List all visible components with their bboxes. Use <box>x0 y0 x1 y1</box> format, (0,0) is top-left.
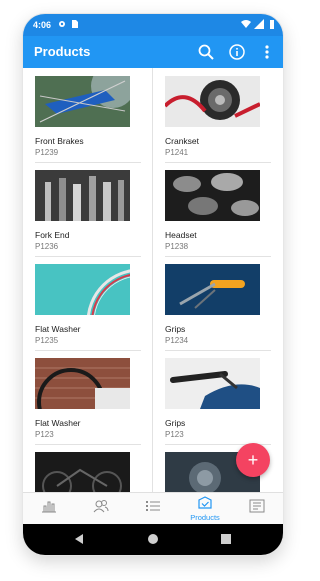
product-name: Fork End <box>35 230 70 240</box>
product-name: Front Brakes <box>35 136 84 146</box>
battery-icon <box>270 20 274 29</box>
home-icon[interactable] <box>147 533 159 545</box>
product-card[interactable]: Grips P1234 <box>153 256 282 350</box>
gear-icon <box>59 21 65 27</box>
product-card[interactable] <box>23 444 152 492</box>
product-image <box>35 452 130 492</box>
list-icon <box>146 501 160 511</box>
product-image <box>165 76 260 127</box>
add-product-button[interactable]: + <box>236 443 270 477</box>
product-code: P1239 <box>35 148 59 157</box>
product-code: P1234 <box>165 336 189 345</box>
nav-item-label: Products <box>190 513 220 522</box>
status-time: 4:06 <box>33 20 52 30</box>
product-card[interactable]: Crankset P1241 <box>153 68 282 162</box>
info-icon <box>229 44 245 60</box>
search-button[interactable] <box>195 41 217 63</box>
recents-icon[interactable] <box>220 533 232 545</box>
document-icon <box>249 499 265 513</box>
page-title: Products <box>34 44 91 59</box>
product-image <box>165 170 260 221</box>
product-code: P123 <box>165 430 184 439</box>
nav-item-products[interactable]: Products <box>179 493 231 525</box>
app-bar: Products <box>23 36 283 68</box>
product-name: Headset <box>165 230 197 240</box>
nav-item-dashboard[interactable] <box>23 493 75 525</box>
product-card[interactable]: Front Brakes P1239 <box>23 68 152 162</box>
nav-item-orders[interactable] <box>127 493 179 525</box>
product-name: Grips <box>165 418 186 428</box>
product-card[interactable]: Headset P1238 <box>153 162 282 256</box>
product-image <box>165 264 260 315</box>
search-icon <box>198 44 214 60</box>
product-name: Crankset <box>165 136 200 146</box>
product-card[interactable]: Flat Washer P123 <box>23 350 152 444</box>
status-bar: 4:06 <box>23 14 283 36</box>
product-image <box>165 358 260 409</box>
signal-icon <box>254 19 264 29</box>
product-code: P123 <box>35 430 54 439</box>
product-grid: Front Brakes P1239 Crankset P1241 Fork E… <box>23 68 283 492</box>
nav-item-customers[interactable] <box>75 493 127 525</box>
product-card[interactable]: Flat Washer P1235 <box>23 256 152 350</box>
product-card[interactable]: Grips P123 <box>153 350 282 444</box>
product-card[interactable]: Fork End P1236 <box>23 162 152 256</box>
more-vert-icon <box>265 45 269 59</box>
product-name: Flat Washer <box>35 324 81 334</box>
sim-card-icon <box>72 20 78 28</box>
product-image <box>35 76 130 127</box>
bottom-navigation: Products <box>23 492 283 525</box>
package-check-icon <box>198 496 212 509</box>
product-name: Flat Washer <box>35 418 81 428</box>
product-code: P1235 <box>35 336 59 345</box>
product-image <box>35 358 130 409</box>
bar-chart-icon <box>42 501 56 513</box>
plus-icon: + <box>247 449 259 470</box>
wifi-icon <box>241 20 251 28</box>
nav-item-invoices[interactable] <box>231 493 283 525</box>
product-name: Grips <box>165 324 186 334</box>
info-button[interactable] <box>226 41 248 63</box>
people-icon <box>93 500 109 513</box>
system-navigation-bar <box>23 524 283 555</box>
product-code: P1238 <box>165 242 189 251</box>
product-image <box>35 170 130 221</box>
product-code: P1241 <box>165 148 189 157</box>
back-icon[interactable] <box>73 533 85 545</box>
more-options-button[interactable] <box>256 41 278 63</box>
product-image <box>35 264 130 315</box>
phone-frame: 4:06 Products Front Brakes P1239 Crankse… <box>23 14 283 555</box>
product-code: P1236 <box>35 242 59 251</box>
